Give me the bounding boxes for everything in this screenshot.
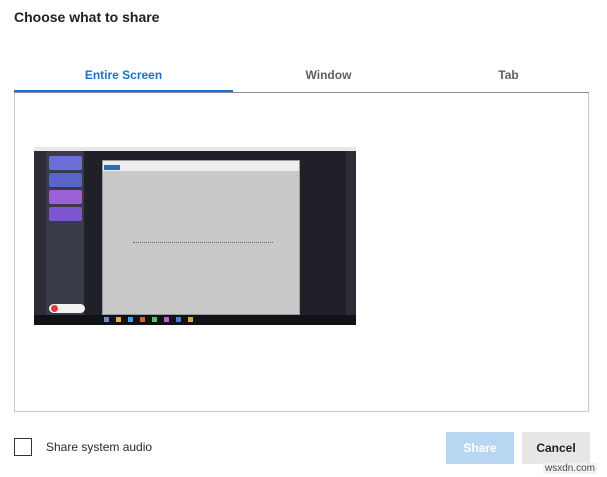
taskbar-icon <box>116 317 121 322</box>
thumb-record-pill <box>49 304 85 313</box>
thumb-sidebar <box>34 151 46 315</box>
thumb-rightbar <box>346 151 356 315</box>
thumb-window-text <box>133 242 273 245</box>
taskbar-icon <box>164 317 169 322</box>
share-audio-checkbox[interactable] <box>14 438 32 456</box>
watermark-text: wsxdn.com <box>542 463 597 474</box>
thumb-card <box>49 190 82 204</box>
taskbar-icon <box>176 317 181 322</box>
share-audio-label: Share system audio <box>46 440 153 454</box>
dialog-title: Choose what to share <box>14 9 160 25</box>
thumb-card <box>49 173 82 187</box>
thumb-card <box>49 156 82 170</box>
tab-entire-screen[interactable]: Entire Screen <box>14 62 233 92</box>
thumb-window-bar <box>103 161 299 171</box>
thumb-window <box>102 160 300 315</box>
taskbar-icon <box>128 317 133 322</box>
taskbar-icon <box>140 317 145 322</box>
thumb-taskbar <box>34 315 356 325</box>
tab-bar: Entire Screen Window Tab <box>14 62 589 93</box>
thumb-window-button <box>104 165 120 170</box>
entire-screen-thumbnail[interactable] <box>34 147 356 325</box>
thumb-card <box>49 207 82 221</box>
tab-tab[interactable]: Tab <box>399 62 607 90</box>
cancel-button[interactable]: Cancel <box>522 432 590 464</box>
taskbar-icon <box>188 317 193 322</box>
share-button[interactable]: Share <box>446 432 514 464</box>
taskbar-icon <box>152 317 157 322</box>
taskbar-icon <box>104 317 109 322</box>
